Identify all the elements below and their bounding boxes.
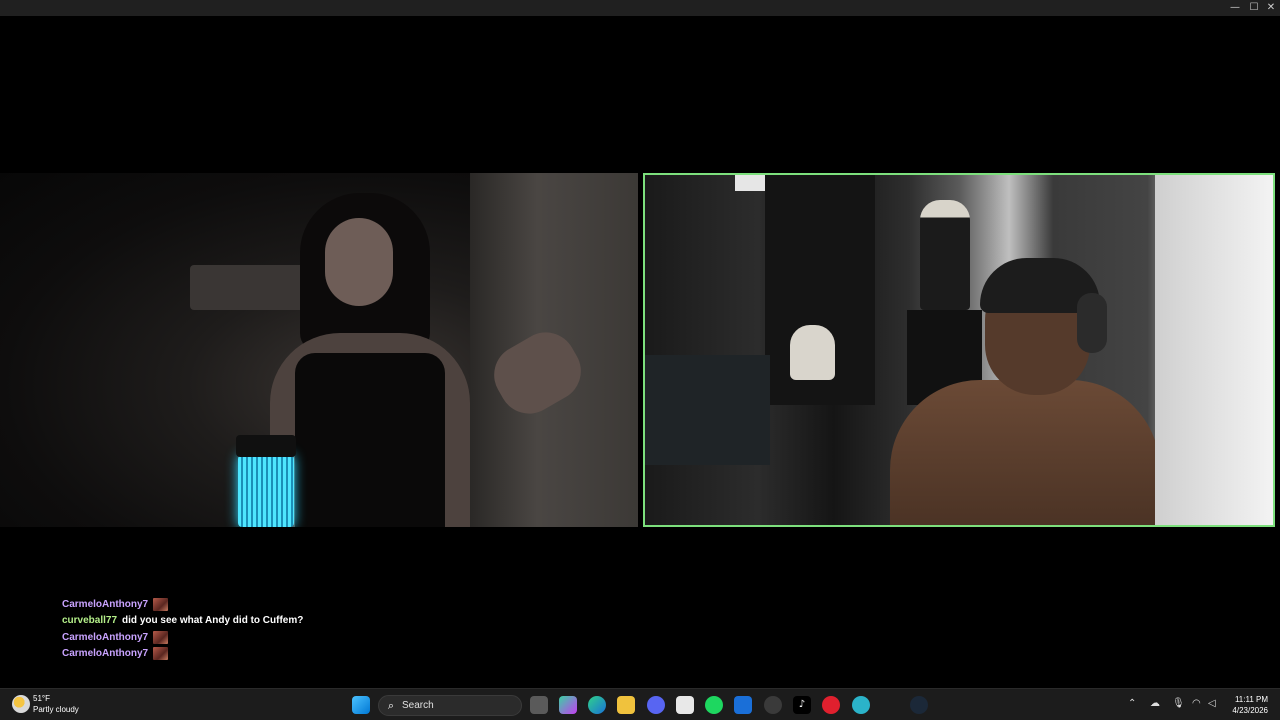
- search-label: Search: [402, 700, 434, 711]
- cloud-sync-icon[interactable]: ☁: [1150, 698, 1160, 709]
- chat-emote-icon: [153, 630, 169, 644]
- search-icon: ⌕: [387, 699, 395, 712]
- person-body-shape: [890, 380, 1160, 525]
- skeleton-figure-shape: [920, 200, 970, 310]
- weather-condition[interactable]: Partly cloudy: [33, 705, 79, 714]
- glowing-microphone-shape: [238, 455, 294, 527]
- partly-cloudy-icon[interactable]: [12, 695, 30, 713]
- mail-icon[interactable]: [734, 696, 752, 714]
- opera-icon[interactable]: [822, 696, 840, 714]
- microphone-icon[interactable]: 🎙: [1172, 698, 1185, 709]
- speaker-icon[interactable]: ◁: [1208, 698, 1216, 709]
- tiktok-icon[interactable]: ♪: [793, 696, 811, 714]
- chevron-up-icon[interactable]: ⌃: [1128, 698, 1136, 709]
- wall-shape: [1155, 175, 1273, 525]
- system-clock[interactable]: 11:11 PM 4/23/2026: [1232, 694, 1268, 716]
- chat-message-text: did you see what Andy did to Cuffem?: [122, 615, 304, 627]
- chat-message: CarmeloAnthony7: [62, 629, 582, 646]
- chat-message: CarmeloAnthony7: [62, 646, 582, 663]
- left-video-feed[interactable]: [0, 173, 638, 527]
- edge-browser-icon[interactable]: [588, 696, 606, 714]
- chat-emote-icon: [153, 597, 169, 611]
- taskbar-search-box[interactable]: ⌕ Search: [378, 695, 522, 716]
- task-view-icon[interactable]: [530, 696, 548, 714]
- chat-username: CarmeloAnthony7: [62, 648, 149, 660]
- chat-message: curveball77 did you see what Andy did to…: [62, 613, 582, 630]
- chat-overlay: CarmeloAnthony7 curveball77 did you see …: [62, 596, 582, 662]
- chat-username: curveball77: [62, 615, 118, 627]
- clock-time: 11:11 PM: [1234, 695, 1268, 704]
- close-button[interactable]: ✕: [1261, 1, 1280, 15]
- discord-icon[interactable]: [647, 696, 665, 714]
- obs-icon[interactable]: [764, 696, 782, 714]
- wifi-icon[interactable]: ◠: [1192, 698, 1201, 709]
- chat-username: CarmeloAnthony7: [62, 598, 149, 610]
- start-windows-icon[interactable]: [352, 696, 370, 714]
- steam-icon[interactable]: [910, 696, 928, 714]
- chat-username: CarmeloAnthony7: [62, 631, 149, 643]
- person-face-shape: [325, 218, 393, 306]
- microphone-cap-shape: [236, 435, 296, 457]
- browser-icon[interactable]: [852, 696, 870, 714]
- minimize-button[interactable]: —: [1225, 1, 1245, 15]
- file-explorer-icon[interactable]: [617, 696, 635, 714]
- chat-emote-icon: [153, 647, 169, 661]
- bust-statue-shape: [790, 325, 835, 380]
- window-light-shape: [735, 175, 765, 191]
- microsoft-store-icon[interactable]: [676, 696, 694, 714]
- right-video-feed[interactable]: [643, 173, 1275, 527]
- clock-date: 4/23/2026: [1232, 706, 1268, 715]
- window-titlebar: — ☐ ✕: [0, 0, 1280, 16]
- video-stage: [0, 16, 1280, 688]
- spotify-icon[interactable]: [705, 696, 723, 714]
- taskbar: 51°F Partly cloudy ⌕ Search ♪ ⌃ ☁ 🎙 ◠ ◁ …: [0, 688, 1280, 720]
- weather-temperature[interactable]: 51°F: [33, 694, 50, 703]
- black-top-shape: [295, 353, 445, 527]
- copilot-icon[interactable]: [559, 696, 577, 714]
- headphones-shape: [1077, 293, 1107, 353]
- bed-shape: [645, 355, 770, 465]
- chat-message: CarmeloAnthony7: [62, 596, 582, 613]
